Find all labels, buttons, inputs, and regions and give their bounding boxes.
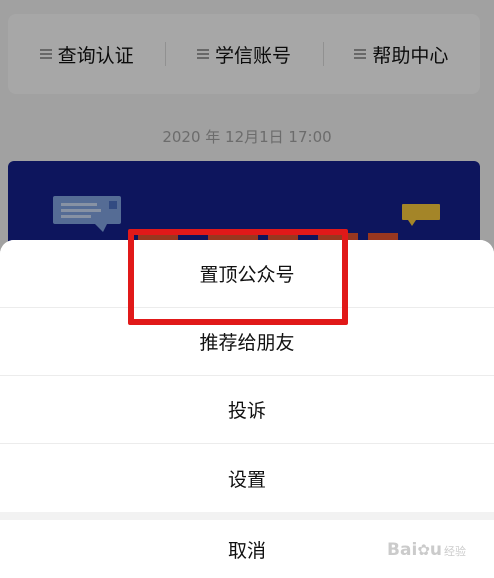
sheet-option-report[interactable]: 投诉: [0, 376, 494, 444]
watermark-text: Bai: [387, 540, 418, 560]
watermark-text-after: u: [429, 540, 442, 560]
sheet-option-settings[interactable]: 设置: [0, 444, 494, 512]
highlight-annotation-box: [128, 229, 348, 325]
baidu-paw-icon: ✿: [417, 541, 430, 559]
baidu-watermark: Bai✿u 经验: [387, 540, 466, 560]
watermark-sub: 经验: [444, 545, 466, 558]
sheet-divider-gap: [0, 512, 494, 520]
